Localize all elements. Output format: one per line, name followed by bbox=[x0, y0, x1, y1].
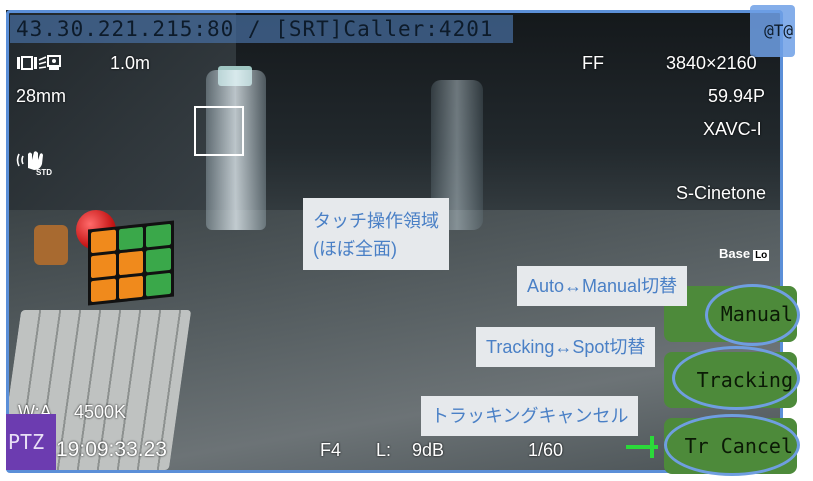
svg-text:STD: STD bbox=[36, 168, 52, 176]
codec: XAVC-I bbox=[703, 119, 762, 139]
touch-area-note: タッチ操作領域 (ほぼ全面) bbox=[303, 198, 449, 270]
tracking-spot-note: Tracking↔Spot切替 bbox=[476, 327, 656, 367]
tracking-button[interactable]: Tracking bbox=[664, 352, 797, 408]
tr-cancel-button[interactable]: Tr Cancel bbox=[664, 418, 797, 474]
iris-value: F4 bbox=[320, 440, 342, 460]
steady-shot-icon: STD bbox=[16, 148, 56, 181]
focus-distance: 1.0m bbox=[110, 53, 151, 73]
resolution: 3840×2160 bbox=[666, 53, 757, 73]
base-iso-badge: Lo bbox=[753, 250, 770, 261]
focus-indicator-tick bbox=[650, 436, 654, 458]
touch-area-note-line2: (ほぼ全面) bbox=[313, 239, 397, 259]
gain-value: 9dB bbox=[412, 440, 445, 460]
top-right-button[interactable]: @T@ bbox=[750, 5, 795, 57]
touch-area-note-line1: タッチ操作領域 bbox=[313, 211, 439, 231]
stream-address-bar: 43.30.221.215:80 / [SRT]Caller:4201 bbox=[10, 15, 513, 43]
ptz-button[interactable]: PTZ bbox=[6, 414, 56, 470]
auto-manual-note: Auto↔Manual切替 bbox=[517, 266, 688, 306]
focus-mode: FF bbox=[582, 53, 604, 73]
white-balance-value: 4500K bbox=[74, 402, 127, 422]
focal-length: 28mm bbox=[16, 86, 67, 106]
focus-frame[interactable] bbox=[194, 106, 244, 156]
base-iso-label: Base bbox=[719, 246, 751, 261]
frame-rate: 59.94P bbox=[708, 86, 766, 106]
gain-label: L: bbox=[376, 440, 392, 460]
timecode: 19:09:33.23 bbox=[56, 438, 167, 461]
tracking-cancel-note: トラッキングキャンセル bbox=[421, 396, 639, 436]
picture-profile: S-Cinetone bbox=[676, 183, 767, 203]
focus-assist-icon bbox=[16, 54, 62, 77]
shutter-speed: 1/60 bbox=[528, 440, 564, 460]
wooden-toy bbox=[34, 225, 68, 265]
camera-remote-screen: 43.30.221.215:80 / [SRT]Caller:4201 @T@ … bbox=[0, 0, 813, 481]
base-iso: Base Lo bbox=[719, 246, 770, 261]
rubiks-cube bbox=[88, 220, 174, 306]
